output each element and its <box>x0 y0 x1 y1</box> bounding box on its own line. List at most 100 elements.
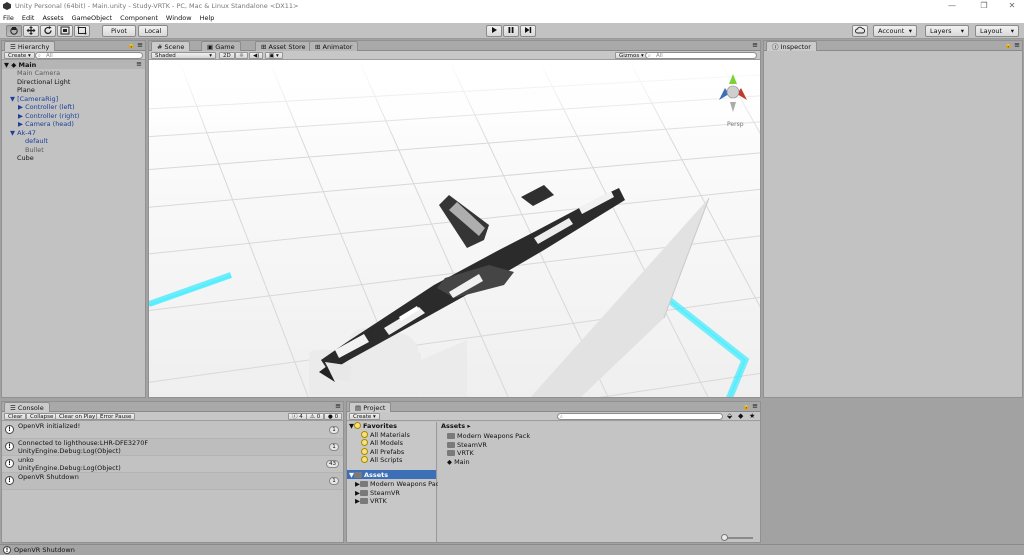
hierarchy-item-plane[interactable]: Plane <box>17 86 35 95</box>
asset-folder-steamvr[interactable]: SteamVR <box>447 441 487 450</box>
project-search-input[interactable]: ⌕ <box>557 413 723 420</box>
lock-icon[interactable]: 🔒 <box>743 403 750 410</box>
warning-filter-toggle[interactable]: ⚠ 0 <box>306 413 325 420</box>
filter-by-type-icon[interactable]: ⬙ <box>727 412 732 420</box>
menu-component[interactable]: Component <box>120 14 158 22</box>
assets-root-item[interactable]: ▼ Assets <box>349 471 388 480</box>
console-entry[interactable]: ! OpenVR Shutdown 1 <box>2 473 343 490</box>
scene-menu-icon[interactable]: ≡ <box>136 60 142 68</box>
maximize-button[interactable]: ❐ <box>974 0 994 12</box>
mode-2d-toggle[interactable]: 2D <box>219 52 235 59</box>
console-entry[interactable]: ! Connected to lighthouse:LHR-DFE3270F Un… <box>2 439 343 456</box>
scene-search-input[interactable]: ⌕ All <box>645 52 757 59</box>
lighting-toggle[interactable]: ☼ <box>235 52 248 59</box>
triangle-right-icon[interactable]: ▶ <box>18 103 23 111</box>
persp-label[interactable]: Persp <box>727 121 744 128</box>
console-error-pause-button[interactable]: Error Pause <box>96 413 136 420</box>
triangle-down-icon[interactable]: ▼ <box>10 95 15 103</box>
tab-inspector[interactable]: ⓘ Inspector <box>766 41 817 51</box>
hierarchy-item-cube[interactable]: Cube <box>17 154 34 163</box>
panel-menu-icon[interactable]: ≡ <box>335 402 341 410</box>
play-button[interactable] <box>486 25 502 37</box>
rect-tool-button[interactable] <box>74 25 90 37</box>
project-create-button[interactable]: Create ▾ <box>349 413 380 420</box>
pause-button[interactable] <box>503 25 519 37</box>
menu-window[interactable]: Window <box>166 14 192 22</box>
tab-animator[interactable]: ⊞ Animator <box>309 41 359 51</box>
tree-folder-modern-weapons-pack[interactable]: ▶ Modern Weapons Pack <box>355 480 443 489</box>
console-clear-on-play-button[interactable]: Clear on Play <box>55 413 100 420</box>
hierarchy-item-controller-left[interactable]: ▶ Controller (left) <box>18 103 75 112</box>
assets-breadcrumb[interactable]: Assets ▸ <box>441 422 471 431</box>
favorites-header[interactable]: ▼ Favorites <box>349 422 397 431</box>
scale-tool-button[interactable] <box>57 25 73 37</box>
effects-dropdown[interactable]: ▣ ▾ <box>265 52 283 59</box>
menu-assets[interactable]: Assets <box>42 14 63 22</box>
zoom-slider-handle[interactable] <box>721 534 728 541</box>
shading-dropdown[interactable]: Shaded ▾ <box>151 52 216 59</box>
console-entry[interactable]: ! OpenVR initialized! 1 <box>2 422 343 439</box>
tree-folder-steamvr[interactable]: ▶ SteamVR <box>355 489 400 498</box>
panel-menu-icon[interactable]: ≡ <box>137 41 143 49</box>
panel-menu-icon[interactable]: ≡ <box>1014 41 1020 49</box>
tab-console[interactable]: ☰ Console <box>4 402 50 412</box>
info-filter-toggle[interactable]: ⓘ 4 <box>288 413 307 420</box>
hierarchy-item-controller-right[interactable]: ▶ Controller (right) <box>18 112 79 121</box>
asset-folder-vrtk[interactable]: VRTK <box>447 449 474 458</box>
menu-edit[interactable]: Edit <box>22 14 35 22</box>
panel-menu-icon[interactable]: ≡ <box>752 41 758 49</box>
console-clear-button[interactable]: Clear <box>4 413 27 420</box>
tab-scene[interactable]: # Scene <box>151 41 191 51</box>
error-filter-toggle[interactable]: ● 0 <box>324 413 343 420</box>
minimize-button[interactable]: — <box>942 0 962 12</box>
favorite-all-scripts[interactable]: All Scripts <box>361 456 402 465</box>
hierarchy-item-main-camera[interactable]: Main Camera <box>17 69 60 78</box>
hierarchy-item-ak47[interactable]: ▼ Ak-47 <box>10 129 36 138</box>
scene-viewport[interactable]: Persp <box>149 59 760 397</box>
lock-icon[interactable]: 🔒 <box>1005 42 1012 49</box>
hierarchy-item-camera-head[interactable]: ▶ Camera (head) <box>18 120 74 129</box>
lock-icon[interactable]: 🔒 <box>128 42 135 49</box>
hand-tool-button[interactable] <box>6 25 22 37</box>
audio-toggle[interactable]: ◀) <box>249 52 264 59</box>
menu-help[interactable]: Help <box>200 14 215 22</box>
scene-root-item[interactable]: ▼ ◆ Main <box>4 61 36 70</box>
console-collapse-button[interactable]: Collapse <box>26 413 58 420</box>
layout-dropdown[interactable]: Layout ▾ <box>975 25 1019 37</box>
asset-scene-main[interactable]: ◆ Main <box>447 458 470 467</box>
hierarchy-item-directional-light[interactable]: Directional Light <box>17 78 70 87</box>
tree-folder-vrtk[interactable]: ▶ VRTK <box>355 497 387 506</box>
panel-menu-icon[interactable]: ≡ <box>752 402 758 410</box>
hierarchy-item-default[interactable]: default <box>25 137 48 146</box>
hierarchy-search-input[interactable]: ⌕ All <box>35 52 143 59</box>
account-dropdown[interactable]: Account ▾ <box>873 25 917 37</box>
favorite-all-materials[interactable]: All Materials <box>361 430 410 440</box>
console-entry[interactable]: ! unko UnityEngine.Debug:Log(Object) 43 <box>2 456 343 473</box>
triangle-right-icon[interactable]: ▶ <box>18 112 23 120</box>
status-message[interactable]: OpenVR Shutdown <box>14 546 75 555</box>
close-button[interactable]: ✕ <box>1002 0 1022 12</box>
hierarchy-create-button[interactable]: Create ▾ <box>4 52 35 59</box>
layers-dropdown[interactable]: Layers ▾ <box>925 25 969 37</box>
local-toggle[interactable]: Local <box>138 25 168 37</box>
step-button[interactable] <box>520 25 536 37</box>
pivot-toggle[interactable]: Pivot <box>102 25 136 37</box>
asset-folder-modern-weapons-pack[interactable]: Modern Weapons Pack <box>447 432 530 441</box>
menu-file[interactable]: File <box>3 14 14 22</box>
tab-project[interactable]: ▤ Project <box>349 402 392 412</box>
triangle-down-icon[interactable]: ▼ <box>10 129 15 137</box>
tab-game[interactable]: ▣ Game <box>201 41 241 51</box>
move-tool-button[interactable] <box>23 25 39 37</box>
favorite-all-prefabs[interactable]: All Prefabs <box>361 447 404 457</box>
favorite-all-models[interactable]: All Models <box>361 439 403 448</box>
cloud-button[interactable] <box>852 25 868 37</box>
tab-hierarchy[interactable]: ☰ Hierarchy <box>4 41 56 51</box>
gizmos-dropdown[interactable]: Gizmos ▾ <box>615 52 648 59</box>
menu-gameobject[interactable]: GameObject <box>72 14 113 22</box>
rotate-tool-button[interactable] <box>40 25 56 37</box>
hierarchy-item-camerarig[interactable]: ▼ [CameraRig] <box>10 95 58 104</box>
tab-asset-store[interactable]: ⊞ Asset Store <box>255 41 312 51</box>
hierarchy-item-bullet[interactable]: Bullet <box>25 146 44 155</box>
filter-by-label-icon[interactable]: ◆ <box>738 412 743 420</box>
triangle-right-icon[interactable]: ▶ <box>18 120 23 128</box>
